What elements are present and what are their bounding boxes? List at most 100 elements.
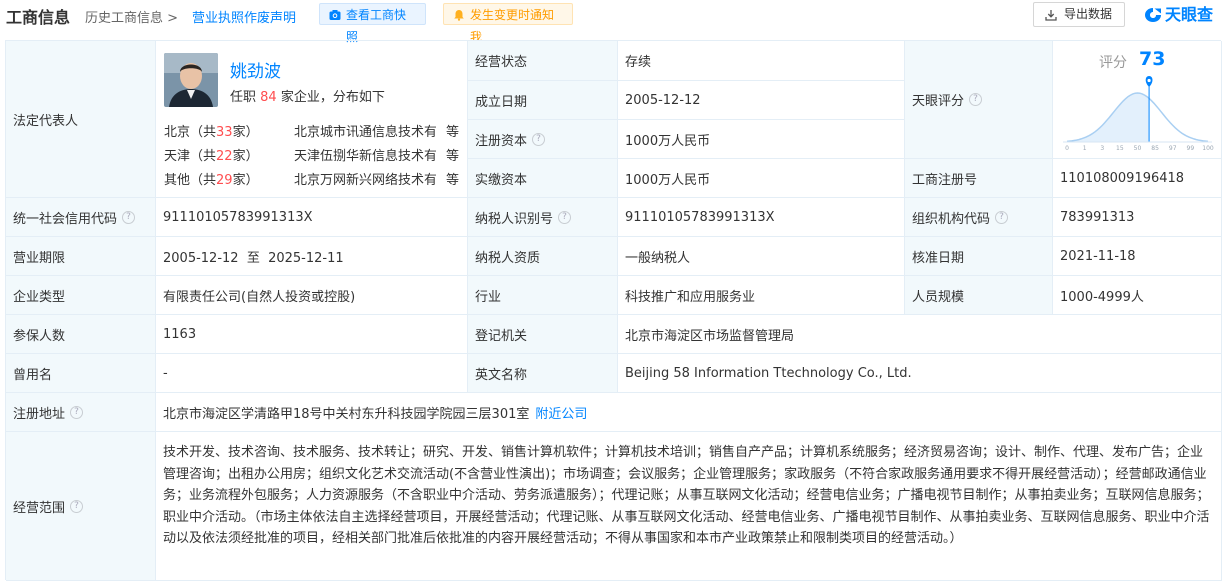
score-tick-label: 3 xyxy=(1100,145,1104,152)
region-suffix: 家） xyxy=(232,149,259,164)
founded-label: 成立日期 xyxy=(468,81,618,120)
founded-value: 2005-12-12 xyxy=(618,81,905,120)
score-tick-label: 100 xyxy=(1202,145,1214,152)
status-value: 存续 xyxy=(618,41,905,81)
snapshot-button[interactable]: 查看工商快照 xyxy=(319,3,426,44)
taxpayer-qual-label: 纳税人资质 xyxy=(468,237,618,276)
notify-button[interactable]: 发生变更时通知我 xyxy=(443,3,573,44)
legal-rep-name[interactable]: 姚劲波 xyxy=(230,57,281,82)
legal-rep-panel: 姚劲波 任职 84 家企业，分布如下 北京（共33家） 北京城市讯通信息技术有限… xyxy=(156,41,468,198)
paid-capital-label: 实缴资本 xyxy=(468,159,618,198)
score-panel[interactable]: 评分 73 0 1 3 15 50 85 97 99 100 xyxy=(1053,41,1222,159)
scope-value: 技术开发、技术咨询、技术服务、技术转让；研究、开发、销售计算机软件；计算机技术培… xyxy=(156,432,1222,581)
region-tianjin: 天津（共22家） xyxy=(164,145,259,164)
region-count[interactable]: 33 xyxy=(216,125,233,140)
logo-text: 天眼查 xyxy=(1165,5,1214,24)
region-etc: 等 xyxy=(446,149,460,164)
region-company-link[interactable]: 北京万网新兴网络技术有限公司 xyxy=(294,169,436,188)
help-icon[interactable]: ? xyxy=(532,132,546,146)
region-suffix: 家） xyxy=(232,173,259,188)
former-name-value: - xyxy=(156,354,468,393)
former-name-label: 曾用名 xyxy=(6,354,156,393)
section-title: 工商信息 xyxy=(6,8,71,27)
help-icon[interactable]: ? xyxy=(122,210,136,224)
type-label: 企业类型 xyxy=(6,276,156,315)
legal-rep-desc-suffix: 家企业，分布如下 xyxy=(280,90,385,105)
insured-label: 参保人数 xyxy=(6,315,156,354)
score-tick-label: 1 xyxy=(1083,145,1087,152)
credit-code-label: 统一社会信用代码? xyxy=(6,198,156,237)
region-count[interactable]: 29 xyxy=(216,173,233,188)
legal-rep-label: 法定代表人 xyxy=(13,113,79,129)
english-name-value: Beijing 58 Information Ttechnology Co., … xyxy=(618,354,1222,393)
avatar[interactable] xyxy=(164,53,218,107)
legal-rep-company-count[interactable]: 84 xyxy=(260,90,277,105)
legal-rep-desc-prefix: 任职 xyxy=(230,90,257,105)
org-code-label-text: 组织机构代码 xyxy=(912,211,991,227)
legal-rep-label-cell: 法定代表人 xyxy=(6,41,156,198)
address-label-text: 注册地址 xyxy=(13,406,66,422)
scope-label: 经营范围? xyxy=(6,432,156,581)
authority-value: 北京市海淀区市场监督管理局 xyxy=(618,315,1222,354)
region-suffix: 家） xyxy=(232,125,259,140)
download-icon xyxy=(1045,10,1057,21)
help-icon[interactable]: ? xyxy=(995,210,1009,224)
bell-icon xyxy=(454,10,464,21)
statement-link[interactable]: 营业执照作废声明 xyxy=(192,7,296,26)
region-company-link[interactable]: 北京城市讯通信息技术有限公司 xyxy=(294,121,436,140)
score-tick-label: 15 xyxy=(1116,145,1124,152)
type-value: 有限责任公司(自然人投资或控股) xyxy=(156,276,468,315)
region-prefix: 其他（共 xyxy=(164,173,217,188)
authority-label: 登记机关 xyxy=(468,315,618,354)
score-label-text: 天眼评分 xyxy=(912,94,965,109)
org-code-value: 783991313 xyxy=(1053,198,1222,237)
english-name-label: 英文名称 xyxy=(468,354,618,393)
insured-value: 1163 xyxy=(156,315,468,354)
reg-capital-value: 1000万人民币 xyxy=(618,120,905,159)
business-info-table: 法定代表人 姚劲波 任职 84 家企业，分布如下 北京（共33家） 北京城市讯通… xyxy=(5,40,1222,581)
nearby-companies-link[interactable]: 附近公司 xyxy=(535,403,587,422)
score-label-cell: 天眼评分? xyxy=(905,41,1053,159)
camera-icon xyxy=(329,10,341,20)
help-icon[interactable]: ? xyxy=(969,93,983,106)
region-company-link[interactable]: 天津伍捌华新信息技术有限公司 xyxy=(294,145,436,164)
taxpayer-id-value: 91110105783991313X xyxy=(618,198,905,237)
industry-value: 科技推广和应用服务业 xyxy=(618,276,905,315)
legal-rep-desc: 任职 84 家企业，分布如下 xyxy=(230,86,385,105)
taxpayer-id-label-text: 纳税人识别号 xyxy=(475,211,554,227)
export-button[interactable]: 导出数据 xyxy=(1033,2,1125,27)
score-tick-label: 97 xyxy=(1169,145,1177,152)
address-value-cell: 北京市海淀区学清路甲18号中关村东升科技园学院园三层301室 附近公司 xyxy=(156,393,1222,432)
region-count[interactable]: 22 xyxy=(216,149,233,164)
paid-capital-value: 1000万人民币 xyxy=(618,159,905,198)
address-label: 注册地址? xyxy=(6,393,156,432)
term-label: 营业期限 xyxy=(6,237,156,276)
address-value: 北京市海淀区学清路甲18号中关村东升科技园学院园三层301室 xyxy=(163,406,530,422)
export-button-label: 导出数据 xyxy=(1064,7,1113,21)
region-other: 其他（共29家） xyxy=(164,169,259,188)
score-curve-fill xyxy=(1067,93,1150,142)
score-tick-label: 0 xyxy=(1065,145,1069,152)
help-icon[interactable]: ? xyxy=(70,405,84,419)
score-pin-dot xyxy=(1147,78,1151,83)
staff-value: 1000-4999人 xyxy=(1053,276,1222,315)
org-code-label: 组织机构代码? xyxy=(905,198,1053,237)
region-prefix: 天津（共 xyxy=(164,149,217,164)
term-value: 2005-12-12 至 2025-12-11 xyxy=(156,237,468,276)
score-tick-label: 85 xyxy=(1151,145,1159,152)
reg-no-value: 110108009196418 xyxy=(1053,159,1222,198)
score-tick-label: 99 xyxy=(1187,145,1195,152)
status-label: 经营状态 xyxy=(468,41,618,81)
section-header: 工商信息 历史工商信息 > 营业执照作废声明 查看工商快照 发生变更时通知我 导… xyxy=(0,0,1229,44)
approved-value: 2021-11-18 xyxy=(1053,237,1222,276)
reg-no-label: 工商注册号 xyxy=(905,159,1053,198)
help-icon[interactable]: ? xyxy=(70,499,84,513)
tianyancha-logo: 天眼查 xyxy=(1143,4,1213,26)
help-icon[interactable]: ? xyxy=(558,210,572,224)
region-etc: 等 xyxy=(446,173,460,188)
scope-label-text: 经营范围 xyxy=(13,500,66,516)
notify-button-label: 发生变更时通知我 xyxy=(470,8,555,44)
taxpayer-qual-value: 一般纳税人 xyxy=(618,237,905,276)
reg-capital-label: 注册资本? xyxy=(468,120,618,159)
history-link[interactable]: 历史工商信息 > xyxy=(85,7,178,26)
